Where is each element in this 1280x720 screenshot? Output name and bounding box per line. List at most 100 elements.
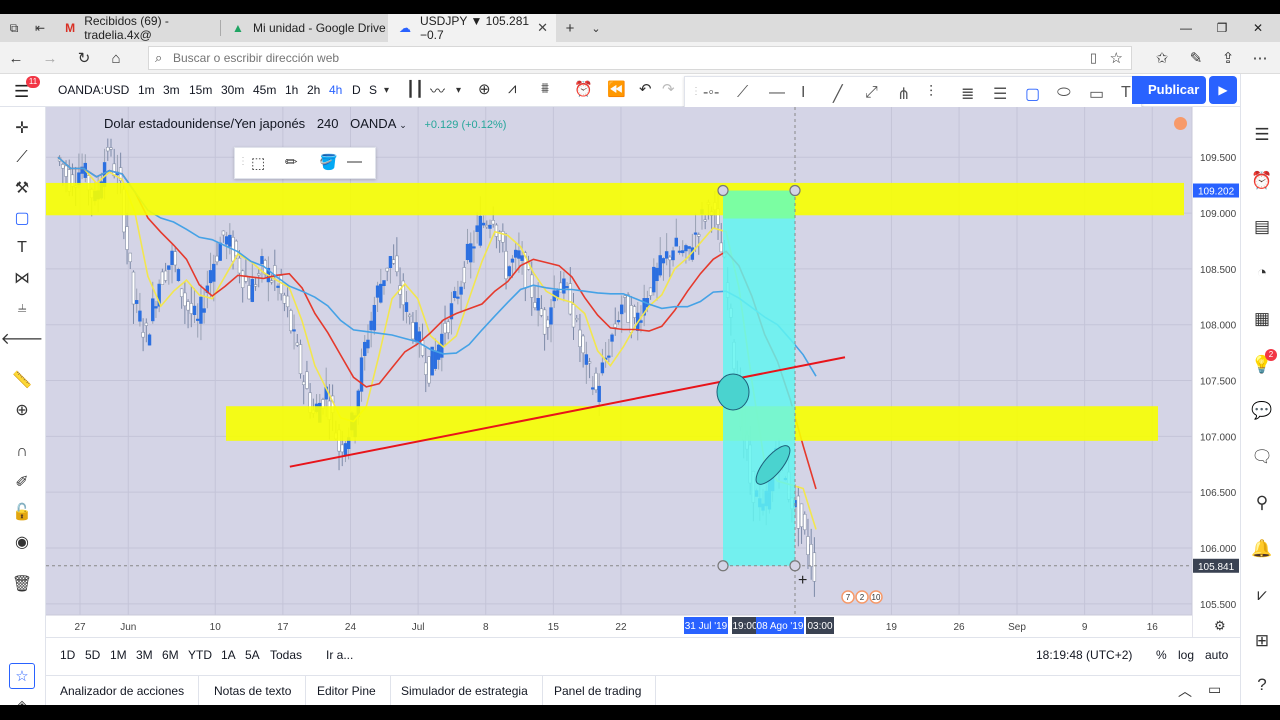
extended-line-icon[interactable]: ⤢ (865, 84, 878, 102)
parallel-channel-icon[interactable]: ⫶ (929, 84, 933, 102)
price-range-top[interactable] (723, 190, 795, 219)
prediction-tool-icon[interactable]: ⫨ (11, 297, 33, 319)
line-width-icon[interactable]: — (347, 153, 362, 170)
interval-30m[interactable]: 30m (221, 83, 244, 97)
interval-3m[interactable]: 3m (163, 83, 180, 97)
address-input[interactable] (173, 49, 1073, 67)
favorites-star-icon[interactable]: ☆ (9, 663, 35, 689)
drag-handle-icon[interactable]: ⋮ (238, 156, 248, 167)
indicators-icon[interactable]: ⩘ (508, 80, 516, 97)
rectangle-icon[interactable]: ▢ (1025, 84, 1040, 104)
eye-icon[interactable]: ◉ (11, 531, 33, 553)
pitchfork-icon[interactable]: ⋔ (897, 84, 910, 104)
undo-icon[interactable]: ↶ (639, 80, 652, 98)
redo-icon[interactable]: ↷ (662, 80, 675, 98)
tab-pine-editor[interactable]: Editor Pine (303, 676, 391, 706)
draw-mode-icon[interactable]: ✐ (11, 471, 33, 493)
status-dot-icon[interactable] (1174, 117, 1187, 130)
range-5d[interactable]: 5D (85, 648, 100, 662)
replay-icon[interactable]: ⏪ (607, 80, 626, 98)
share-icon[interactable]: ⇪ (1218, 48, 1238, 68)
ray-icon[interactable]: ╱ (833, 84, 843, 104)
pen-icon[interactable]: ✎ (1186, 48, 1206, 68)
new-tab-icon[interactable]: + (560, 18, 580, 38)
candles-icon[interactable]: ┃┃ (406, 80, 424, 98)
tab-gmail[interactable]: M Recibidos (69) - tradelia.4x@ (54, 14, 220, 42)
favorites-icon[interactable]: ✩ (1152, 48, 1172, 68)
reading-view-icon[interactable]: ▯ (1090, 50, 1097, 66)
range-ytd[interactable]: YTD (188, 648, 212, 662)
trash-icon[interactable]: 🗑 (11, 573, 33, 595)
minimize-icon[interactable]: — (1168, 14, 1204, 42)
circle-annotation[interactable] (716, 373, 750, 411)
range-5a[interactable]: 5A (245, 648, 260, 662)
compare-icon[interactable]: ⊕ (478, 80, 491, 98)
log-scale[interactable]: log (1178, 648, 1194, 662)
interval-chevron-icon[interactable]: ▾ (384, 85, 389, 96)
pencil-icon[interactable]: ✏ (285, 153, 298, 171)
fib-tool-icon[interactable]: ⚒ (11, 177, 33, 199)
messages-icon[interactable]: 🗨 (1251, 446, 1273, 468)
goto-date[interactable]: Ir a... (326, 648, 353, 662)
range-handle[interactable] (789, 184, 801, 197)
text-icon[interactable]: T (1121, 84, 1131, 102)
calendar-icon[interactable]: ▦ (1251, 308, 1273, 330)
chart-settings-icon[interactable]: ⚙ (1214, 618, 1226, 633)
favorite-star-icon[interactable]: ☆ (1110, 49, 1123, 67)
range-1d[interactable]: 1D (60, 648, 75, 662)
refresh-icon[interactable]: ↻ (74, 48, 94, 68)
set-aside-tabs-icon[interactable]: ⇤ (30, 18, 50, 38)
back-arrow-icon[interactable]: 🡐 (1, 327, 44, 349)
line-tool-icon[interactable]: -◦- (703, 84, 719, 102)
ellipse-icon[interactable]: ⬭ (1057, 84, 1071, 102)
maximize-panel-icon[interactable]: ▭ (1208, 681, 1221, 698)
range-all[interactable]: Todas (270, 648, 302, 662)
data-window-icon[interactable]: ▤ (1251, 216, 1273, 238)
lock-icon[interactable]: 🔓 (11, 501, 33, 523)
horizontal-line-icon[interactable]: — (769, 84, 785, 102)
magnet-icon[interactable]: ∩ (11, 441, 33, 463)
range-3m[interactable]: 3M (136, 648, 153, 662)
tab-actions-icon[interactable]: ⧉ (4, 18, 24, 38)
range-1m[interactable]: 1M (110, 648, 127, 662)
chevron-up-icon[interactable]: ︿ (1178, 681, 1192, 701)
zoom-icon[interactable]: ⊕ (11, 399, 33, 421)
ruler-icon[interactable]: 📏 (11, 369, 33, 391)
interval-1h[interactable]: 1h (285, 83, 298, 97)
legend-source[interactable]: OANDA (350, 116, 396, 131)
vertical-line-icon[interactable]: Ι (801, 84, 805, 102)
range-handle[interactable] (789, 560, 801, 572)
tab-text-notes[interactable]: Notas de texto (200, 676, 307, 706)
auto-scale[interactable]: auto (1205, 648, 1228, 662)
template-icon[interactable]: ⬚ (251, 154, 265, 172)
clock[interactable]: 18:19:48 (UTC+2) (1036, 648, 1132, 662)
tab-tradingview[interactable]: ☁ USDJPY ▼ 105.281 −0.7 ✕ (388, 14, 556, 42)
hotlist-icon[interactable]: ◔ (1251, 262, 1273, 284)
url-field[interactable]: ⌕ ▯ ☆ (148, 46, 1132, 70)
order-panel-icon[interactable]: ⩗ (1251, 584, 1273, 606)
crosshair-icon[interactable]: ✛ (11, 117, 33, 139)
back-icon[interactable]: ← (6, 48, 26, 68)
publish-button[interactable]: Publicar (1132, 76, 1206, 104)
range-handle[interactable] (717, 184, 729, 197)
callout-icon[interactable]: ▭ (1089, 84, 1104, 104)
fill-bucket-icon[interactable]: 🪣 (319, 153, 338, 171)
tab-strategy-tester[interactable]: Simulador de estrategia (387, 676, 543, 706)
interval-2h[interactable]: 2h (307, 83, 320, 97)
interval-15m[interactable]: 15m (189, 83, 212, 97)
idea-stream-icon[interactable]: ⚲ (1251, 492, 1273, 514)
interval-45m[interactable]: 45m (253, 83, 276, 97)
chart-svg[interactable]: 7 2 10 + 109.500 109.000 108.500 108.000 107.50… (46, 107, 1240, 637)
range-6m[interactable]: 6M (162, 648, 179, 662)
help-icon[interactable]: ? (1251, 674, 1273, 696)
interval-4h[interactable]: 4h (329, 83, 342, 97)
chevron-down-icon[interactable]: ⌄ (399, 120, 407, 130)
window-close-icon[interactable]: ✕ (1240, 14, 1276, 42)
line-style-icon[interactable]: 〰 (430, 80, 445, 101)
play-icon[interactable]: ▶ (1209, 76, 1237, 104)
interval-1m[interactable]: 1m (138, 83, 155, 97)
drag-handle-icon[interactable]: ⋮ (691, 86, 701, 97)
trend-line-icon[interactable]: ⟋ (737, 84, 748, 102)
rectangle-tool-icon[interactable]: ▢ (11, 207, 33, 229)
range-1a[interactable]: 1A (221, 648, 236, 662)
